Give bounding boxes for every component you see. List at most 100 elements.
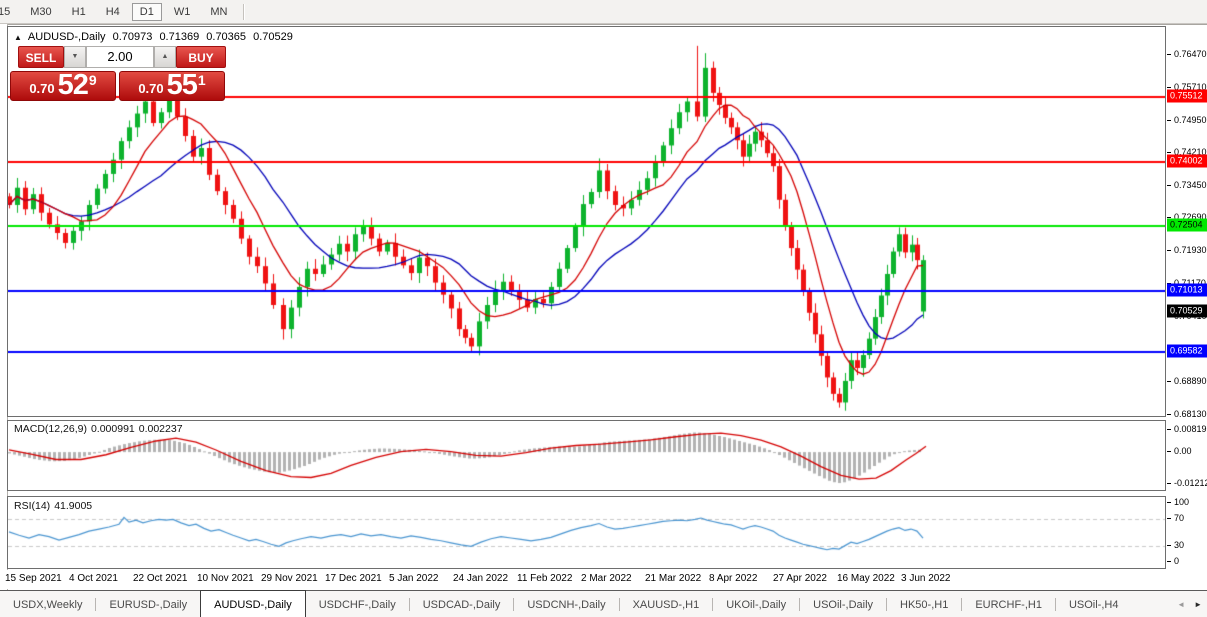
date-tick-label: 3 Jun 2022 bbox=[901, 573, 951, 584]
price-level-tag: 0.70529 bbox=[1167, 304, 1207, 318]
chart-tab-usoil-daily[interactable]: USOil-,Daily bbox=[800, 591, 886, 617]
price-level-tag: 0.72504 bbox=[1167, 218, 1207, 232]
chart-tab-usoil-h4[interactable]: USOil-,H4 bbox=[1056, 591, 1132, 617]
indicator-tick-label: 0.00 bbox=[1174, 446, 1192, 457]
one-click-trading-panel: SELL ▼ 2.00 ▲ BUY 0.70 52 9 0.70 55 1 bbox=[10, 46, 234, 101]
date-tick-label: 8 Apr 2022 bbox=[709, 573, 758, 584]
indicator-tick-mark bbox=[1167, 502, 1171, 503]
volume-increase-button[interactable]: ▲ bbox=[154, 46, 176, 68]
price-level-tag: 0.71013 bbox=[1167, 283, 1207, 297]
window-top-edge bbox=[0, 24, 1207, 25]
price-tick-mark bbox=[1167, 151, 1171, 153]
price-level-tag: 0.69582 bbox=[1167, 344, 1207, 358]
chart-tab-usdx-weekly[interactable]: USDX,Weekly bbox=[0, 591, 95, 617]
price-tick-mark bbox=[1167, 184, 1171, 186]
price-tick-mark bbox=[1167, 413, 1171, 415]
macd-signal-value: 0.002237 bbox=[138, 423, 183, 435]
indicator-tick-label: 0 bbox=[1174, 556, 1180, 566]
sell-quote-button[interactable]: 0.70 52 9 bbox=[10, 71, 116, 101]
buy-pipette: 1 bbox=[197, 72, 206, 88]
timeframe-button-m30[interactable]: M30 bbox=[22, 3, 59, 21]
ohlc-high: 0.71369 bbox=[159, 31, 200, 43]
macd-label: MACD(12,26,9) 0.000991 0.002237 bbox=[14, 423, 183, 435]
timeframe-button-h4[interactable]: H4 bbox=[98, 3, 128, 21]
indicator-tick-mark bbox=[1167, 545, 1171, 547]
sell-button[interactable]: SELL bbox=[18, 46, 64, 68]
sell-big-figure: 0.70 bbox=[29, 81, 55, 96]
volume-decrease-button[interactable]: ▼ bbox=[64, 46, 86, 68]
indicator-tick-label: 30 bbox=[1174, 540, 1185, 551]
timeframe-toolbar: 15 M30 H1 H4 D1 W1 MN bbox=[0, 0, 1207, 24]
date-tick-label: 27 Apr 2022 bbox=[773, 573, 827, 584]
timeframe-button-d1[interactable]: D1 bbox=[131, 2, 162, 21]
macd-main-value: 0.000991 bbox=[90, 423, 135, 435]
date-tick-label: 22 Oct 2021 bbox=[133, 573, 188, 584]
chart-tab-ukoil-daily[interactable]: UKOil-,Daily bbox=[713, 591, 799, 617]
chart-tab-xauusd-h1[interactable]: XAUUSD-,H1 bbox=[620, 591, 713, 617]
price-tick-label: 0.71930 bbox=[1174, 245, 1207, 256]
indicator-tick-mark bbox=[1167, 483, 1171, 484]
indicator-tick-mark bbox=[1167, 561, 1171, 562]
price-tick-mark bbox=[1167, 54, 1171, 56]
date-tick-label: 5 Jan 2022 bbox=[389, 573, 439, 584]
price-tick-label: 0.76470 bbox=[1174, 49, 1207, 60]
chart-tab-eurusd-daily[interactable]: EURUSD-,Daily bbox=[96, 591, 200, 617]
buy-button[interactable]: BUY bbox=[176, 46, 226, 68]
tab-scroll-buttons: ◄ ► bbox=[1177, 591, 1204, 617]
chart-title: ▲ AUDUSD-,Daily 0.70973 0.71369 0.70365 0… bbox=[14, 31, 297, 43]
price-level-tag: 0.74002 bbox=[1167, 154, 1207, 168]
indicator-tick-label: 0.00819 bbox=[1174, 424, 1207, 435]
indicator-tick-label: -0.01212 bbox=[1174, 478, 1207, 488]
volume-input[interactable]: 2.00 bbox=[86, 46, 154, 68]
chart-tab-bar: USDX,Weekly EURUSD-,Daily AUDUSD-,Daily USD… bbox=[0, 590, 1207, 617]
price-tick-label: 0.73450 bbox=[1174, 179, 1207, 190]
sell-pips: 52 bbox=[57, 69, 89, 101]
price-tick-label: 0.68130 bbox=[1174, 408, 1207, 419]
buy-pips: 55 bbox=[166, 69, 198, 101]
tab-scroll-left-icon[interactable]: ◄ bbox=[1177, 600, 1185, 609]
indicator-tick-mark bbox=[1167, 429, 1171, 431]
rsi-canvas[interactable] bbox=[8, 497, 1165, 568]
price-scale[interactable]: 0.76470 0.75710 0.74950 0.74210 0.73450 0.726… bbox=[1166, 26, 1207, 569]
date-tick-label: 15 Sep 2021 bbox=[5, 573, 62, 584]
price-tick-mark bbox=[1167, 119, 1171, 121]
chart-tab-usdcad-daily[interactable]: USDCAD-,Daily bbox=[410, 591, 514, 617]
buy-quote-button[interactable]: 0.70 55 1 bbox=[119, 71, 225, 101]
ohlc-close: 0.70529 bbox=[253, 31, 293, 43]
price-tick-mark bbox=[1167, 250, 1171, 252]
chart-tab-usdcnh-daily[interactable]: USDCNH-,Daily bbox=[514, 591, 618, 617]
date-tick-label: 24 Jan 2022 bbox=[453, 573, 509, 584]
chart-tab-eurchf-h1[interactable]: EURCHF-,H1 bbox=[962, 591, 1055, 617]
buy-big-figure: 0.70 bbox=[138, 81, 164, 96]
date-tick-label: 16 May 2022 bbox=[837, 573, 895, 584]
chart-tab-hk50-h1[interactable]: HK50-,H1 bbox=[887, 591, 961, 617]
indicator-tick-label: 70 bbox=[1174, 512, 1185, 523]
date-tick-label: 10 Nov 2021 bbox=[197, 573, 254, 584]
price-tick-mark bbox=[1167, 87, 1171, 89]
price-tick-label: 0.74950 bbox=[1174, 114, 1207, 125]
rsi-pane bbox=[7, 496, 1166, 569]
date-tick-label: 21 Mar 2022 bbox=[645, 573, 702, 584]
timeframe-button-15[interactable]: 15 bbox=[0, 3, 18, 21]
date-tick-label: 17 Dec 2021 bbox=[325, 573, 382, 584]
sell-pipette: 9 bbox=[88, 72, 97, 88]
chart-symbol-label: AUDUSD-,Daily bbox=[27, 31, 106, 43]
collapse-chart-icon[interactable]: ▲ bbox=[14, 33, 22, 42]
price-tick-label: 0.68890 bbox=[1174, 376, 1207, 387]
time-axis[interactable]: 15 Sep 2021 4 Oct 2021 22 Oct 2021 10 Nov 2… bbox=[5, 570, 1166, 589]
date-tick-label: 4 Oct 2021 bbox=[69, 573, 118, 584]
rsi-label: RSI(14) 41.9005 bbox=[14, 500, 93, 512]
tab-scroll-right-icon[interactable]: ► bbox=[1194, 600, 1202, 609]
date-tick-label: 11 Feb 2022 bbox=[517, 573, 573, 584]
indicator-tick-mark bbox=[1167, 517, 1171, 519]
ohlc-low: 0.70365 bbox=[206, 31, 247, 43]
chart-tab-usdchf-daily[interactable]: USDCHF-,Daily bbox=[306, 591, 409, 617]
mt4-terminal-window: 15 M30 H1 H4 D1 W1 MN 0.76470 0.75710 0.74950 0.7… bbox=[0, 0, 1207, 617]
timeframe-button-h1[interactable]: H1 bbox=[64, 3, 94, 21]
toolbar-separator bbox=[243, 3, 246, 20]
timeframe-button-mn[interactable]: MN bbox=[202, 3, 235, 21]
price-level-tag: 0.75512 bbox=[1167, 89, 1207, 103]
date-tick-label: 29 Nov 2021 bbox=[261, 573, 318, 584]
timeframe-button-w1[interactable]: W1 bbox=[166, 3, 199, 21]
chart-tab-audusd-daily[interactable]: AUDUSD-,Daily bbox=[200, 590, 306, 617]
